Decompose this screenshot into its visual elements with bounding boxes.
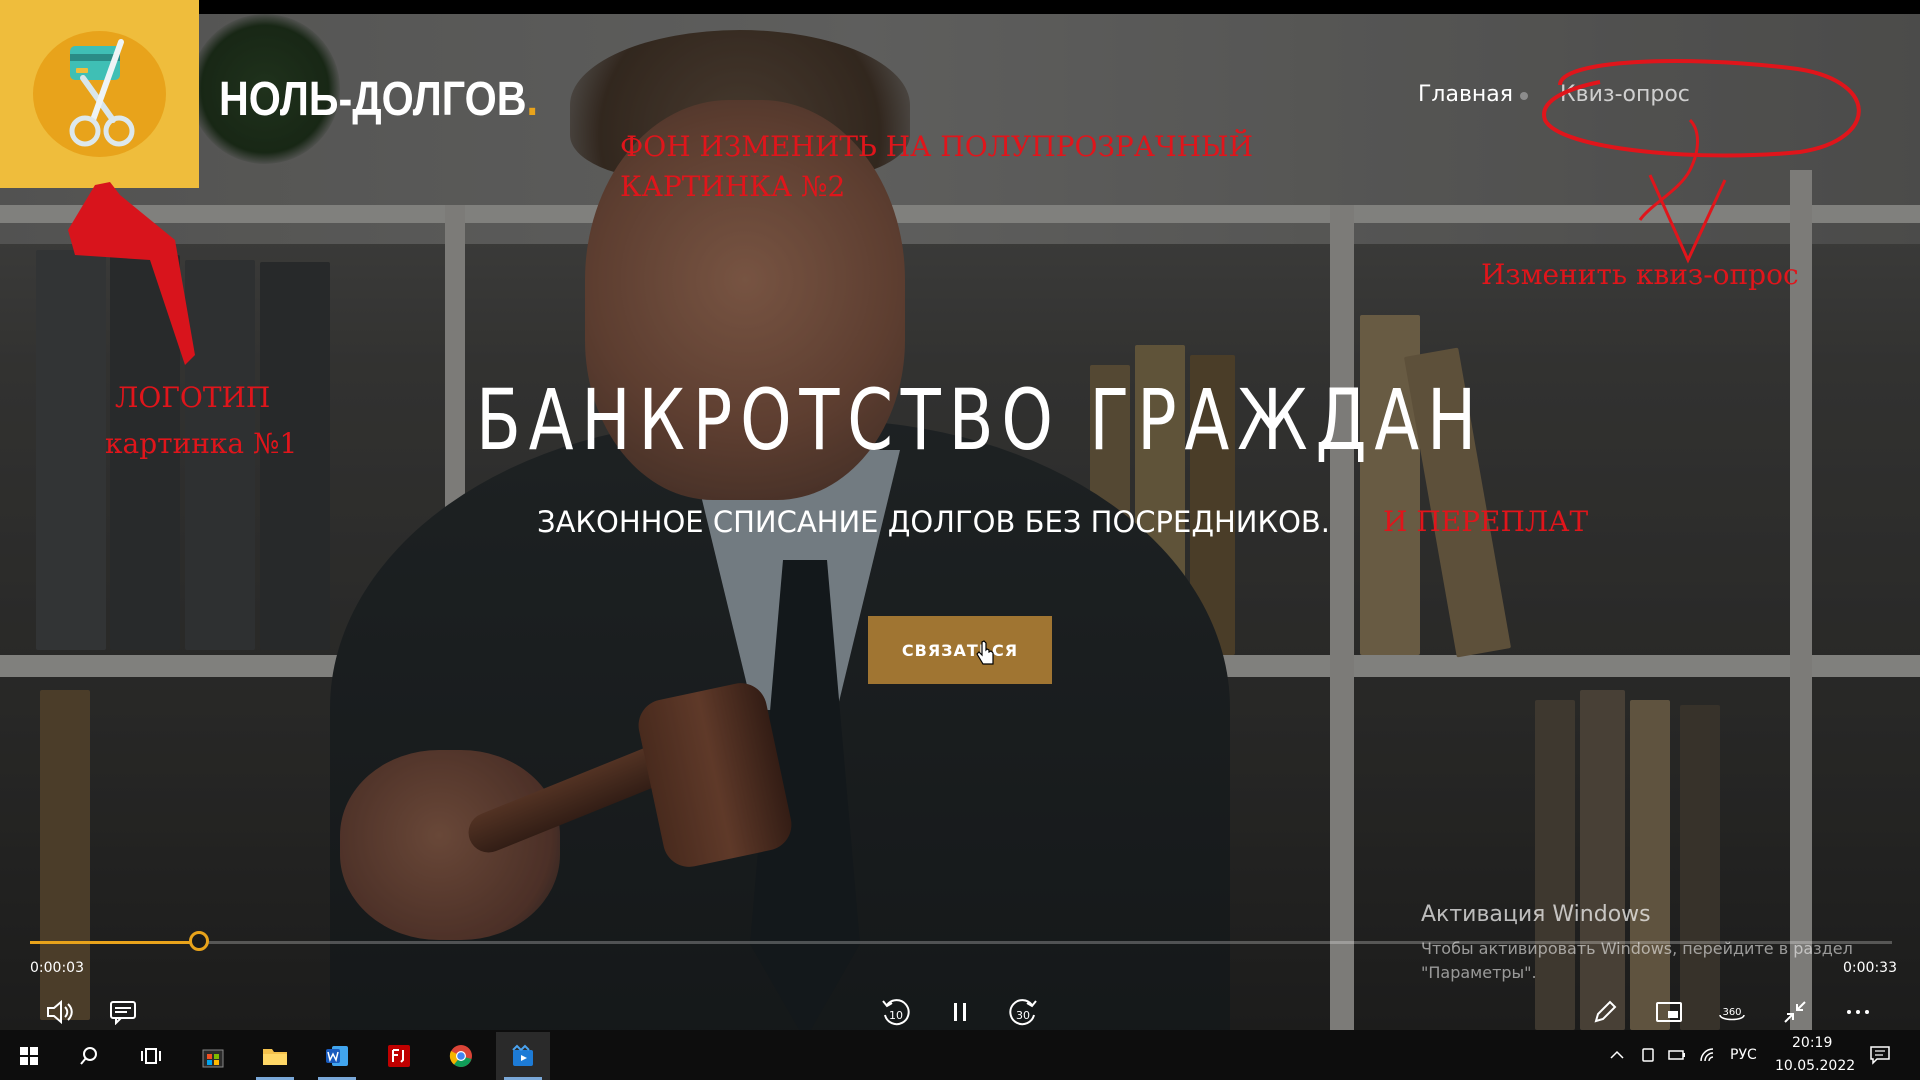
filezilla-app[interactable] xyxy=(372,1032,426,1080)
tray-network-button[interactable] xyxy=(1688,1035,1728,1075)
annotation-background-line2: КАРТИНКА №2 xyxy=(620,170,846,203)
annotation-quiz: Изменить квиз-опрос xyxy=(1481,258,1799,291)
more-options-button[interactable] xyxy=(1838,992,1878,1032)
exit-fullscreen-button[interactable] xyxy=(1775,992,1815,1032)
chrome-app[interactable] xyxy=(434,1032,488,1080)
task-view-button[interactable] xyxy=(124,1032,178,1080)
360-view-icon: 360 xyxy=(1719,1007,1745,1021)
video-player-window: НОЛЬ-ДОЛГОВ. Главная Квиз-опрос БАНКРОТС… xyxy=(0,0,1920,1080)
start-button[interactable] xyxy=(2,1032,56,1080)
forward-30-button[interactable]: 30 xyxy=(1003,992,1043,1032)
annotation-logo-line1: ЛОГОТИП xyxy=(115,381,271,414)
folder-icon xyxy=(263,1049,287,1065)
file-explorer-app[interactable] xyxy=(248,1032,302,1080)
task-view-icon xyxy=(141,1048,161,1064)
pause-icon xyxy=(954,1003,966,1021)
more-icon xyxy=(1847,1010,1869,1014)
360-view-button[interactable]: 360 xyxy=(1712,992,1752,1032)
pencil-icon xyxy=(1594,1000,1617,1023)
chevron-up-icon xyxy=(1610,1050,1624,1059)
miniplayer-icon xyxy=(1656,1002,1682,1022)
seek-bar-thumb[interactable] xyxy=(189,931,209,951)
search-icon xyxy=(80,1047,97,1065)
keyboard-language[interactable]: РУС xyxy=(1730,1047,1757,1063)
annotation-logo-line2: картинка №1 xyxy=(105,427,298,460)
volume-button[interactable] xyxy=(40,992,80,1032)
word-icon xyxy=(326,1046,348,1066)
seek-bar-progress xyxy=(30,941,199,944)
view-360-label: 360 xyxy=(1722,1007,1741,1018)
word-app[interactable] xyxy=(310,1032,364,1080)
clock-date[interactable]: 10.05.2022 xyxy=(1775,1058,1855,1074)
windows-logo-icon xyxy=(20,1047,38,1065)
windows-activation-title: Активация Windows xyxy=(1421,902,1651,927)
volume-icon xyxy=(47,999,73,1025)
movies-tv-icon xyxy=(512,1044,533,1066)
filezilla-icon xyxy=(388,1045,410,1067)
movies-tv-app[interactable] xyxy=(496,1032,550,1080)
forward-icon: 30 xyxy=(1009,999,1037,1026)
rewind-10-button[interactable]: 10 xyxy=(876,992,916,1032)
total-time: 0:00:33 xyxy=(1843,960,1897,976)
notifications-icon xyxy=(1870,1046,1890,1065)
wifi-icon xyxy=(1700,1048,1714,1062)
device-icon xyxy=(1642,1048,1654,1062)
current-time: 0:00:03 xyxy=(30,960,84,976)
store-app[interactable] xyxy=(186,1032,240,1080)
subtitles-button[interactable] xyxy=(103,992,143,1032)
clock-time[interactable]: 20:19 xyxy=(1792,1035,1832,1051)
store-icon xyxy=(202,1049,224,1068)
search-button[interactable] xyxy=(62,1032,116,1080)
seek-bar[interactable] xyxy=(30,941,1892,944)
windows-activation-line2: "Параметры". xyxy=(1421,963,1537,982)
rewind-label: 10 xyxy=(889,1009,903,1022)
windows-activation-text: Чтобы активировать Windows, перейдите в … xyxy=(1421,937,1853,985)
forward-label: 30 xyxy=(1016,1009,1030,1022)
notifications-button[interactable] xyxy=(1860,1035,1900,1075)
subtitles-icon xyxy=(110,1001,136,1025)
annotation-background-line1: ФОН ИЗМЕНИТЬ НА ПОЛУПРОЗРАЧНЫЙ xyxy=(620,130,1253,163)
miniplayer-button[interactable] xyxy=(1649,992,1689,1032)
annotation-subtitle-addition: И ПЕРЕПЛАТ xyxy=(1383,505,1589,538)
pause-button[interactable] xyxy=(940,992,980,1032)
rewind-icon: 10 xyxy=(882,999,910,1026)
edit-button[interactable] xyxy=(1585,992,1625,1032)
battery-icon xyxy=(1668,1050,1685,1060)
chrome-icon xyxy=(449,1045,472,1067)
exit-fullscreen-icon xyxy=(1784,1001,1806,1023)
